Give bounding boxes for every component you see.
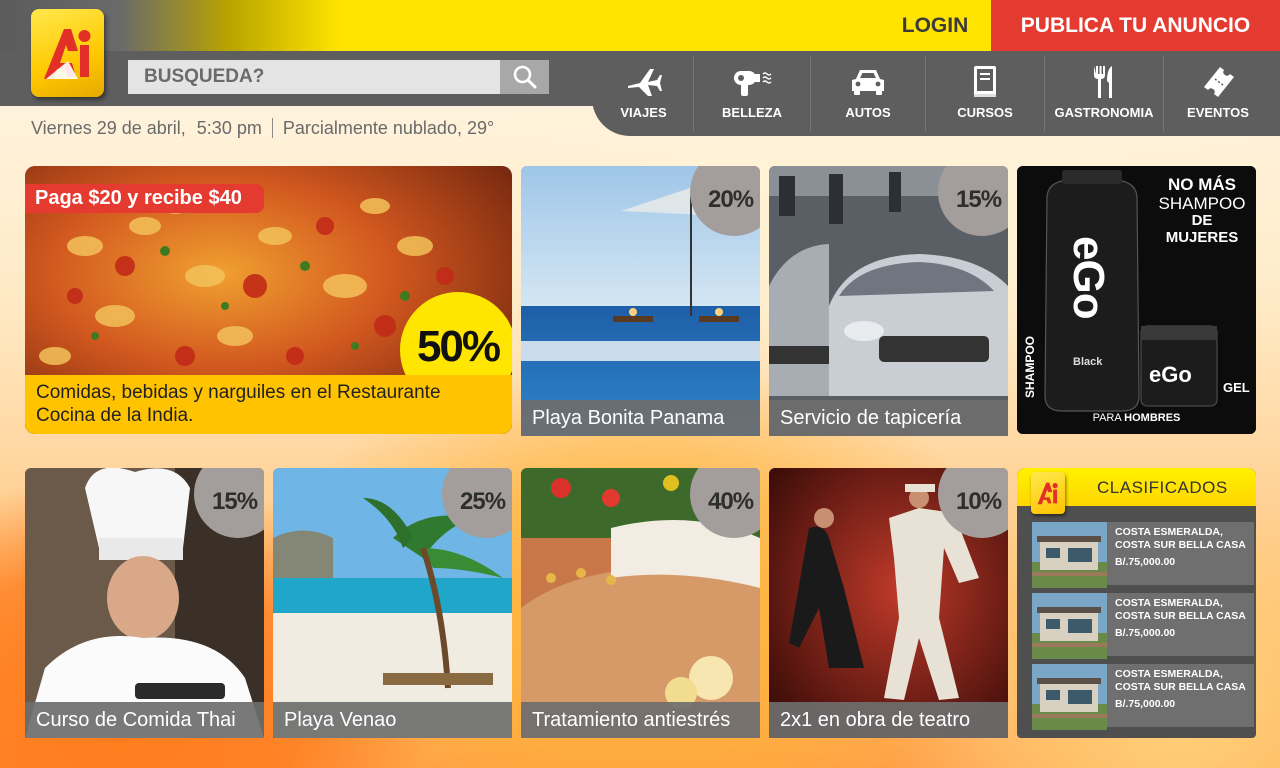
- divider: [271, 118, 273, 138]
- ad-headline-2: SHAMPOO: [1158, 193, 1246, 213]
- deal-caption: Playa Bonita Panama: [521, 400, 760, 436]
- ad-headline: NO MÁS SHAMPOO DE MUJERES: [1157, 175, 1247, 246]
- nav-item-viajes[interactable]: VIAJES: [594, 56, 694, 132]
- ad-headline-1: NO MÁS: [1168, 175, 1236, 194]
- featured-caption: Comidas, bebidas y narguiles en el Resta…: [25, 375, 512, 434]
- login-button[interactable]: LOGIN: [880, 0, 990, 52]
- nav-item-gastronomia[interactable]: GASTRONOMIA: [1045, 56, 1164, 132]
- search-icon: [513, 65, 536, 89]
- classifieds-logo: [1031, 472, 1065, 514]
- ad-footer: PARA HOMBRES: [1017, 412, 1256, 424]
- fork-knife-icon: [1091, 65, 1117, 99]
- ad-footer-1: PARA: [1092, 412, 1125, 424]
- deal-caption: Playa Venao: [273, 702, 512, 738]
- classified-title: COSTA ESMERALDA, COSTA SUR BELLA CASA: [1115, 597, 1246, 623]
- classified-text: COSTA ESMERALDA, COSTA SUR BELLA CASA B/…: [1107, 522, 1247, 585]
- nav-item-eventos[interactable]: EVENTOS: [1164, 56, 1272, 132]
- nav-label: CURSOS: [957, 105, 1013, 120]
- house-thumbnail: [1032, 593, 1107, 659]
- nav-label: BELLEZA: [722, 105, 782, 120]
- search-input[interactable]: [128, 60, 500, 94]
- deal-card[interactable]: 15% Curso de Comida Thai: [25, 468, 264, 738]
- nav-item-belleza[interactable]: BELLEZA: [694, 56, 811, 132]
- classified-price: B/.75,000.00: [1115, 626, 1176, 639]
- ticket-icon: [1200, 65, 1236, 99]
- house-thumbnail: [1032, 664, 1107, 730]
- classified-price: B/.75,000.00: [1115, 697, 1176, 710]
- classifieds-title: CLASIFICADOS: [1097, 478, 1228, 497]
- nav-label: GASTRONOMIA: [1054, 105, 1154, 120]
- classified-item[interactable]: COSTA ESMERALDA, COSTA SUR BELLA CASA B/…: [1032, 593, 1254, 659]
- nav-label: VIAJES: [620, 105, 667, 120]
- date-weather-line: Viernes 29 de abril, 5:30 pm Parcialment…: [31, 116, 494, 140]
- advertisement-banner[interactable]: NO MÁS SHAMPOO DE MUJERES eGo SHAMPOO Bl…: [1017, 166, 1256, 434]
- publish-ad-button[interactable]: PUBLICA TU ANUNCIO: [991, 0, 1280, 52]
- deal-card[interactable]: 40% Tratamiento antiestrés: [521, 468, 760, 738]
- classified-text: COSTA ESMERALDA, COSTA SUR BELLA CASA B/…: [1107, 593, 1247, 656]
- ad-footer-2: HOMBRES: [1124, 412, 1181, 424]
- deal-caption: Tratamiento antiestrés: [521, 702, 760, 738]
- airplane-icon: [626, 65, 662, 99]
- nav-label: EVENTOS: [1187, 105, 1249, 120]
- deal-card[interactable]: 15% Servicio de tapicería: [769, 166, 1008, 436]
- ad-jar-brand: eGo: [1149, 362, 1192, 387]
- house-thumbnail: [1032, 522, 1107, 588]
- hair-dryer-icon: [732, 65, 772, 99]
- classified-item[interactable]: COSTA ESMERALDA, COSTA SUR BELLA CASA B/…: [1032, 522, 1254, 588]
- ad-side-text: SHAMPOO: [1023, 335, 1037, 398]
- deal-caption: 2x1 en obra de teatro: [769, 702, 1008, 738]
- ad-gel: GEL: [1223, 380, 1250, 395]
- category-nav: VIAJES BELLEZA AUTOS CURSOS GASTRONOMIA …: [594, 56, 1272, 132]
- deal-card[interactable]: 25% Playa Venao: [273, 468, 512, 738]
- classified-price: B/.75,000.00: [1115, 555, 1176, 568]
- ad-brand: eGo: [1064, 236, 1113, 319]
- ad-variant: Black: [1073, 356, 1103, 368]
- promo-label: Paga $20 y recibe $40: [25, 184, 264, 213]
- classified-title: COSTA ESMERALDA, COSTA SUR BELLA CASA: [1115, 668, 1246, 694]
- ad-headline-3: DE MUJERES: [1165, 212, 1239, 246]
- deal-card[interactable]: 20% Playa Bonita Panama: [521, 166, 760, 436]
- deal-caption: Curso de Comida Thai: [25, 702, 264, 738]
- logo-mark-icon: [43, 29, 90, 79]
- featured-caption-line1: Comidas, bebidas y narguiles en el Resta…: [36, 381, 441, 403]
- deal-card[interactable]: 10% 2x1 en obra de teatro: [769, 468, 1008, 738]
- car-icon: [850, 65, 886, 99]
- nav-label: AUTOS: [845, 105, 891, 120]
- book-icon: [971, 65, 999, 99]
- featured-caption-line2: Cocina de la India.: [36, 404, 194, 426]
- deal-caption: Servicio de tapicería: [769, 400, 1008, 436]
- classified-title: COSTA ESMERALDA, COSTA SUR BELLA CASA: [1115, 526, 1246, 552]
- nav-item-autos[interactable]: AUTOS: [811, 56, 926, 132]
- classified-item[interactable]: COSTA ESMERALDA, COSTA SUR BELLA CASA B/…: [1032, 664, 1254, 730]
- classified-text: COSTA ESMERALDA, COSTA SUR BELLA CASA B/…: [1107, 664, 1247, 727]
- date-text: Viernes 29 de abril,: [31, 117, 186, 138]
- classifieds-panel: CLASIFICADOS COSTA ESMERALDA, COSTA SUR …: [1017, 468, 1256, 738]
- search-button[interactable]: [500, 60, 549, 94]
- site-logo[interactable]: [31, 9, 104, 97]
- weather-text: Parcialmente nublado, 29°: [282, 117, 495, 138]
- nav-item-cursos[interactable]: CURSOS: [926, 56, 1045, 132]
- logo-mark-icon: [1037, 482, 1058, 505]
- time-text: 5:30 pm: [196, 117, 262, 138]
